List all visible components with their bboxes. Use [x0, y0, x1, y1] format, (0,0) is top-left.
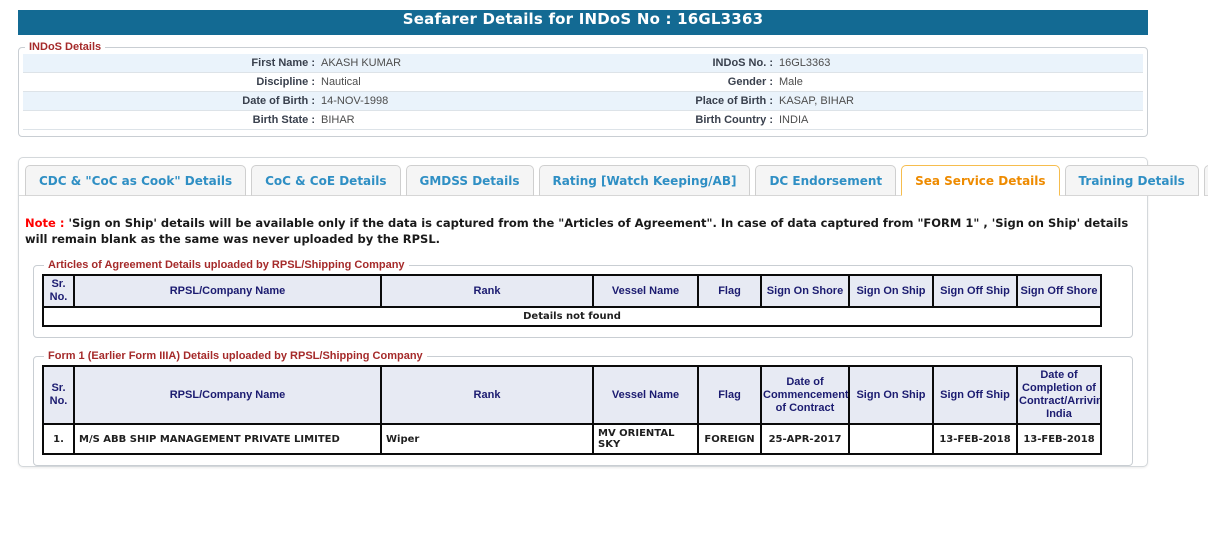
col-rank: Rank [381, 366, 593, 424]
form1-legend: Form 1 (Earlier Form IIIA) Details uploa… [44, 350, 427, 362]
cell-sign-on-ship [849, 424, 933, 454]
col-sign-off-ship: Sign Off Ship [933, 275, 1017, 307]
tab-coc-coe-details[interactable]: CoC & CoE Details [251, 165, 400, 196]
col-sign-on-ship: Sign On Ship [849, 366, 933, 424]
tab-medical-fitness-certificate[interactable]: Medical Fitness Certificate [1204, 165, 1208, 196]
date-of-birth-label: Date of Birth : [23, 92, 315, 110]
note-prefix: Note : [25, 216, 68, 230]
cell-completion-date: 13-FEB-2018 [1017, 424, 1101, 454]
first-name-value: AKASH KUMAR [315, 54, 583, 72]
gender-label: Gender : [583, 73, 773, 91]
col-vessel-name: Vessel Name [593, 275, 698, 307]
indos-details-legend: INDoS Details [25, 41, 105, 53]
col-flag: Flag [698, 275, 761, 307]
birth-state-label: Birth State : [23, 111, 315, 129]
cell-vessel: MV ORIENTAL SKY [593, 424, 698, 454]
gender-value: Male [773, 73, 1143, 91]
page-title: Seafarer Details for INDoS No : 16GL3363 [18, 10, 1148, 35]
tab-gmdss-details[interactable]: GMDSS Details [406, 165, 534, 196]
tab-cdc-coc-as-cook-details[interactable]: CDC & "CoC as Cook" Details [25, 165, 246, 196]
first-name-label: First Name : [23, 54, 315, 72]
indos-details-fieldset: INDoS Details First Name : AKASH KUMAR I… [18, 41, 1148, 137]
birth-country-value: INDIA [773, 111, 1143, 129]
indos-no-value: 16GL3363 [773, 54, 1143, 72]
col-sr-no: Sr. No. [43, 275, 74, 307]
form1-fieldset: Form 1 (Earlier Form IIIA) Details uploa… [33, 350, 1133, 466]
col-sr-no: Sr. No. [43, 366, 74, 424]
tab-sea-service-details[interactable]: Sea Service Details [901, 165, 1059, 196]
tab-training-details[interactable]: Training Details [1065, 165, 1199, 196]
col-sign-on-shore: Sign On Shore [761, 275, 849, 307]
table-header-row: Sr. No. RPSL/Company Name Rank Vessel Na… [43, 275, 1101, 307]
col-rpsl-company-name: RPSL/Company Name [74, 275, 381, 307]
tab-panel: CDC & "CoC as Cook" Details CoC & CoE De… [18, 157, 1148, 467]
col-rpsl-company-name: RPSL/Company Name [74, 366, 381, 424]
detail-row: First Name : AKASH KUMAR INDoS No. : 16G… [23, 54, 1143, 73]
articles-of-agreement-fieldset: Articles of Agreement Details uploaded b… [33, 259, 1133, 338]
articles-of-agreement-table: Sr. No. RPSL/Company Name Rank Vessel Na… [42, 274, 1102, 327]
place-of-birth-value: KASAP, BIHAR [773, 92, 1143, 110]
col-sign-on-ship: Sign On Ship [849, 275, 933, 307]
sign-on-ship-note: Note : 'Sign on Ship' details will be av… [25, 215, 1141, 247]
tab-strip: CDC & "CoC as Cook" Details CoC & CoE De… [19, 158, 1147, 196]
birth-country-label: Birth Country : [583, 111, 773, 129]
cell-sr-no: 1. [43, 424, 74, 454]
cell-flag: FOREIGN [698, 424, 761, 454]
form1-table: Sr. No. RPSL/Company Name Rank Vessel Na… [42, 365, 1102, 455]
note-text: 'Sign on Ship' details will be available… [25, 216, 1128, 246]
cell-commencement-date: 25-APR-2017 [761, 424, 849, 454]
col-vessel-name: Vessel Name [593, 366, 698, 424]
place-of-birth-label: Place of Birth : [583, 92, 773, 110]
details-not-found-message: Details not found [43, 307, 1101, 326]
discipline-value: Nautical [315, 73, 583, 91]
date-of-birth-value: 14-NOV-1998 [315, 92, 583, 110]
cell-company: M/S ABB SHIP MANAGEMENT PRIVATE LIMITED [74, 424, 381, 454]
birth-state-value: BIHAR [315, 111, 583, 129]
table-header-row: Sr. No. RPSL/Company Name Rank Vessel Na… [43, 366, 1101, 424]
discipline-label: Discipline : [23, 73, 315, 91]
col-date-of-commencement: Date of Commencement of Contract [761, 366, 849, 424]
cell-sign-off-ship: 13-FEB-2018 [933, 424, 1017, 454]
col-flag: Flag [698, 366, 761, 424]
detail-row: Date of Birth : 14-NOV-1998 Place of Bir… [23, 92, 1143, 111]
detail-row: Discipline : Nautical Gender : Male [23, 73, 1143, 92]
col-date-of-completion: Date of Completion of Contract/Arriving … [1017, 366, 1101, 424]
indos-no-label: INDoS No. : [583, 54, 773, 72]
table-row: 1. M/S ABB SHIP MANAGEMENT PRIVATE LIMIT… [43, 424, 1101, 454]
page: Seafarer Details for INDoS No : 16GL3363… [18, 10, 1148, 467]
col-sign-off-ship: Sign Off Ship [933, 366, 1017, 424]
tab-rating-watch-keeping-ab[interactable]: Rating [Watch Keeping/AB] [539, 165, 751, 196]
cell-rank: Wiper [381, 424, 593, 454]
col-sign-off-shore: Sign Off Shore [1017, 275, 1101, 307]
tab-dc-endorsement[interactable]: DC Endorsement [755, 165, 896, 196]
articles-of-agreement-legend: Articles of Agreement Details uploaded b… [44, 259, 409, 271]
detail-row: Birth State : BIHAR Birth Country : INDI… [23, 111, 1143, 130]
col-rank: Rank [381, 275, 593, 307]
empty-row: Details not found [43, 307, 1101, 326]
